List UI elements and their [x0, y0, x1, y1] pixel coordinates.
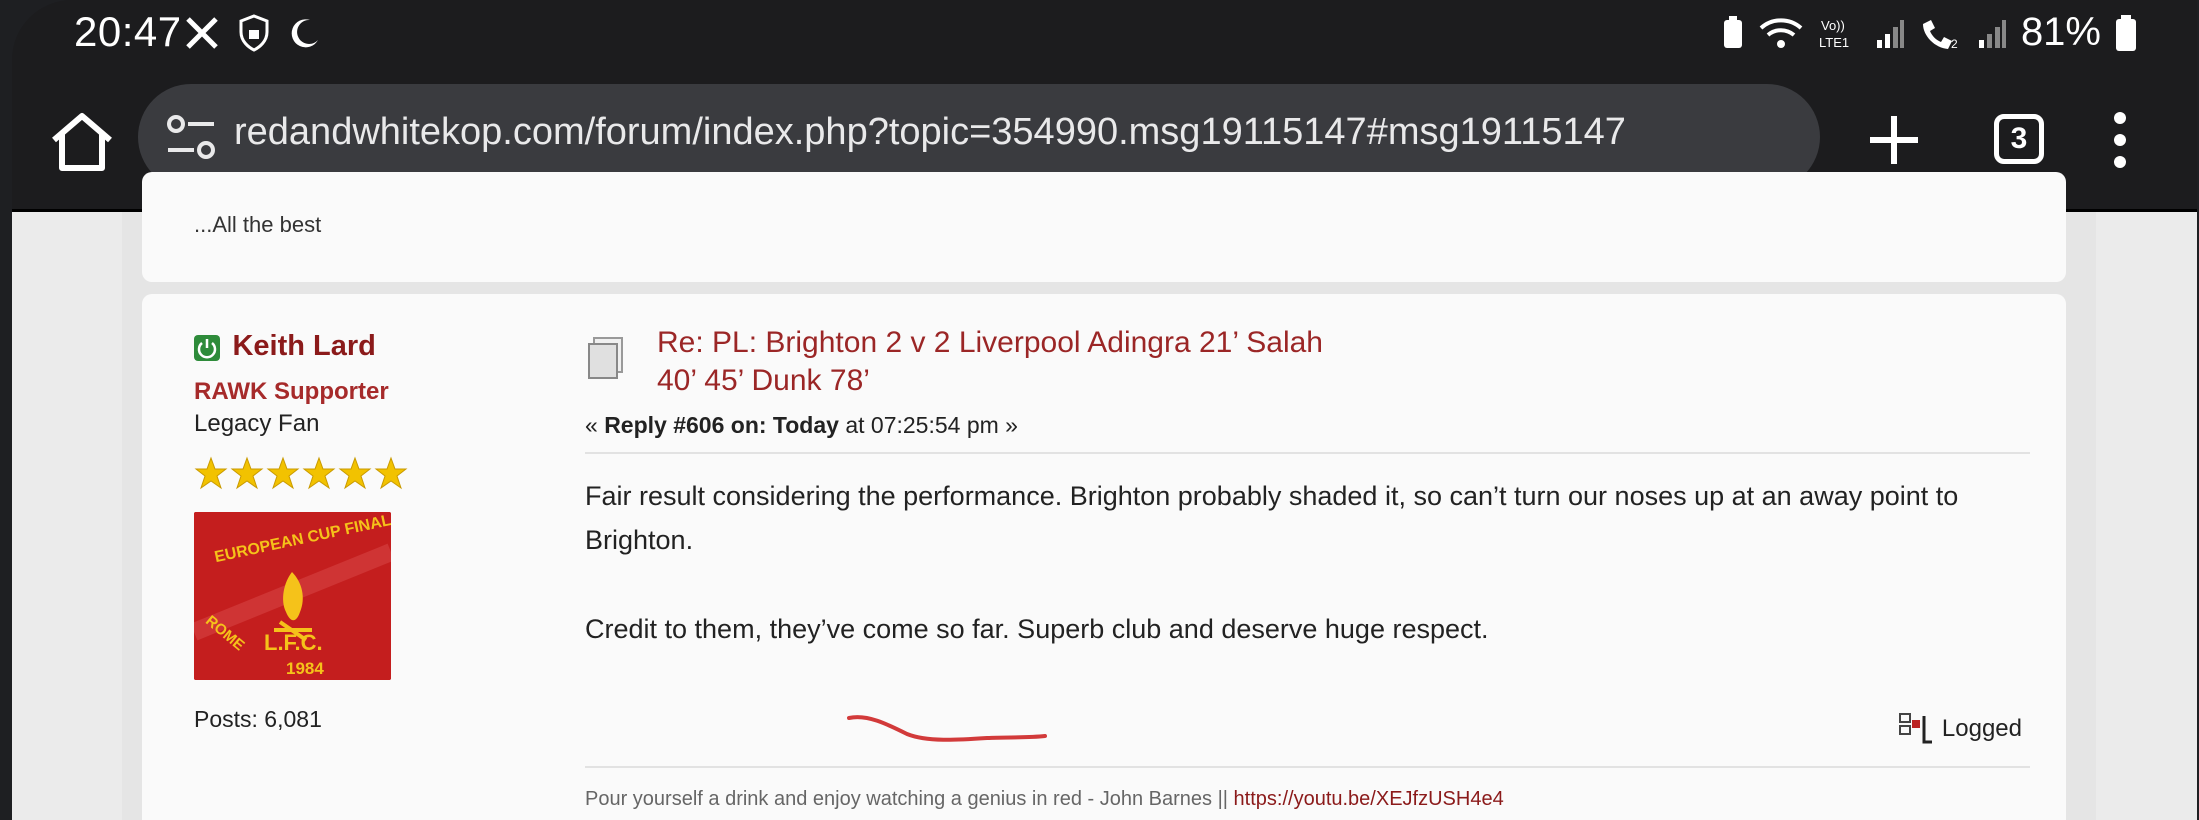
poster-title: Legacy Fan	[194, 409, 320, 437]
svg-text:LTE1: LTE1	[1819, 35, 1849, 50]
wifi-icon	[1759, 17, 1803, 48]
post-paragraph: Credit to them, they’ve come so far. Sup…	[585, 614, 1489, 644]
post-count: Posts: 6,081	[194, 705, 322, 732]
post-document-icon	[588, 337, 623, 379]
forum-content: ...All the best Keith Lard RAWK Supporte…	[122, 172, 2096, 820]
signal-icon	[1876, 19, 1904, 48]
reply-info: « Reply #606 on: Today at 07:25:54 pm »	[585, 412, 1018, 439]
svg-text:L.F.C.: L.F.C.	[264, 630, 323, 655]
post-paragraph: Fair result considering the performance.…	[585, 481, 1959, 555]
battery-percent: 81%	[2020, 10, 2101, 54]
web-page: ...All the best Keith Lard RAWK Supporte…	[12, 172, 2197, 820]
poster-group: RAWK Supporter	[194, 377, 389, 405]
ip-logged-icon	[1898, 713, 1932, 744]
x-icon	[186, 17, 218, 49]
divider	[585, 452, 2030, 454]
battery-saver-icon	[1723, 15, 1742, 48]
rank-star-icon	[230, 456, 264, 490]
rank-star-icon	[266, 456, 300, 490]
signature: Pour yourself a drink and enjoy watching…	[585, 788, 1504, 811]
logged-label: Logged	[1941, 715, 2022, 742]
plus-icon[interactable]	[1864, 110, 1924, 170]
signature-text: Pour yourself a drink and enjoy watching…	[585, 788, 1228, 810]
status-bar: 20:47 Vo)) LTE1 2 81%	[12, 0, 2197, 70]
status-time: 20:47	[74, 8, 182, 55]
volte-icon: Vo)) LTE1	[1819, 18, 1849, 50]
moon-icon	[291, 19, 318, 48]
rank-star-icon	[374, 456, 408, 490]
post-card: Keith Lard RAWK Supporter Legacy Fan EUR…	[142, 294, 2066, 820]
reply-time: at 07:25:54 pm »	[845, 412, 1018, 438]
reply-prefix: «	[585, 412, 598, 438]
poster-info: Keith Lard RAWK Supporter Legacy Fan EUR…	[194, 330, 524, 733]
post-subject-link[interactable]: Re: PL: Brighton 2 v 2 Liverpool Adingra…	[657, 324, 1357, 400]
wifi-calling-icon: 2	[1922, 19, 1958, 50]
rank-star-icon	[194, 456, 228, 490]
divider	[585, 766, 2030, 768]
rank-stars	[194, 456, 524, 492]
avatar: EUROPEAN CUP FINAL L.F.C. ROME 1984	[194, 511, 391, 680]
previous-post-card: ...All the best	[142, 172, 2066, 282]
status-right-icons: Vo)) LTE1 2 81%	[1721, 10, 2137, 55]
device-frame: 20:47 Vo)) LTE1 2 81% redandwhitekop.com…	[12, 0, 2197, 820]
rank-star-icon	[302, 456, 336, 490]
reply-number-link[interactable]: Reply #606 on: Today	[604, 412, 839, 438]
site-settings-icon[interactable]	[166, 114, 218, 160]
signature-link[interactable]: https://youtu.be/XEJfzUSH4e4	[1234, 788, 1504, 810]
poster-name[interactable]: Keith Lard	[232, 330, 375, 362]
more-menu-icon[interactable]	[2110, 110, 2130, 170]
previous-post-text: ...All the best	[194, 212, 322, 237]
rank-star-icon	[338, 456, 372, 490]
post-body: Fair result considering the performance.…	[585, 474, 2015, 696]
signal-icon	[1978, 19, 2006, 48]
status-left-icons	[184, 14, 322, 52]
online-status-icon	[194, 334, 220, 361]
red-scribble-mark	[847, 715, 1047, 742]
url-text[interactable]: redandwhitekop.com/forum/index.php?topic…	[234, 111, 1626, 154]
logged-indicator: Logged	[1898, 712, 2022, 746]
svg-text:2: 2	[1951, 37, 1958, 50]
svg-text:1984: 1984	[286, 659, 324, 678]
shield-icon	[239, 14, 269, 52]
home-icon[interactable]	[46, 106, 118, 178]
battery-icon	[2116, 14, 2136, 51]
svg-text:Vo)): Vo))	[1821, 18, 1845, 33]
tab-switcher-button[interactable]: 3	[1994, 114, 2044, 164]
